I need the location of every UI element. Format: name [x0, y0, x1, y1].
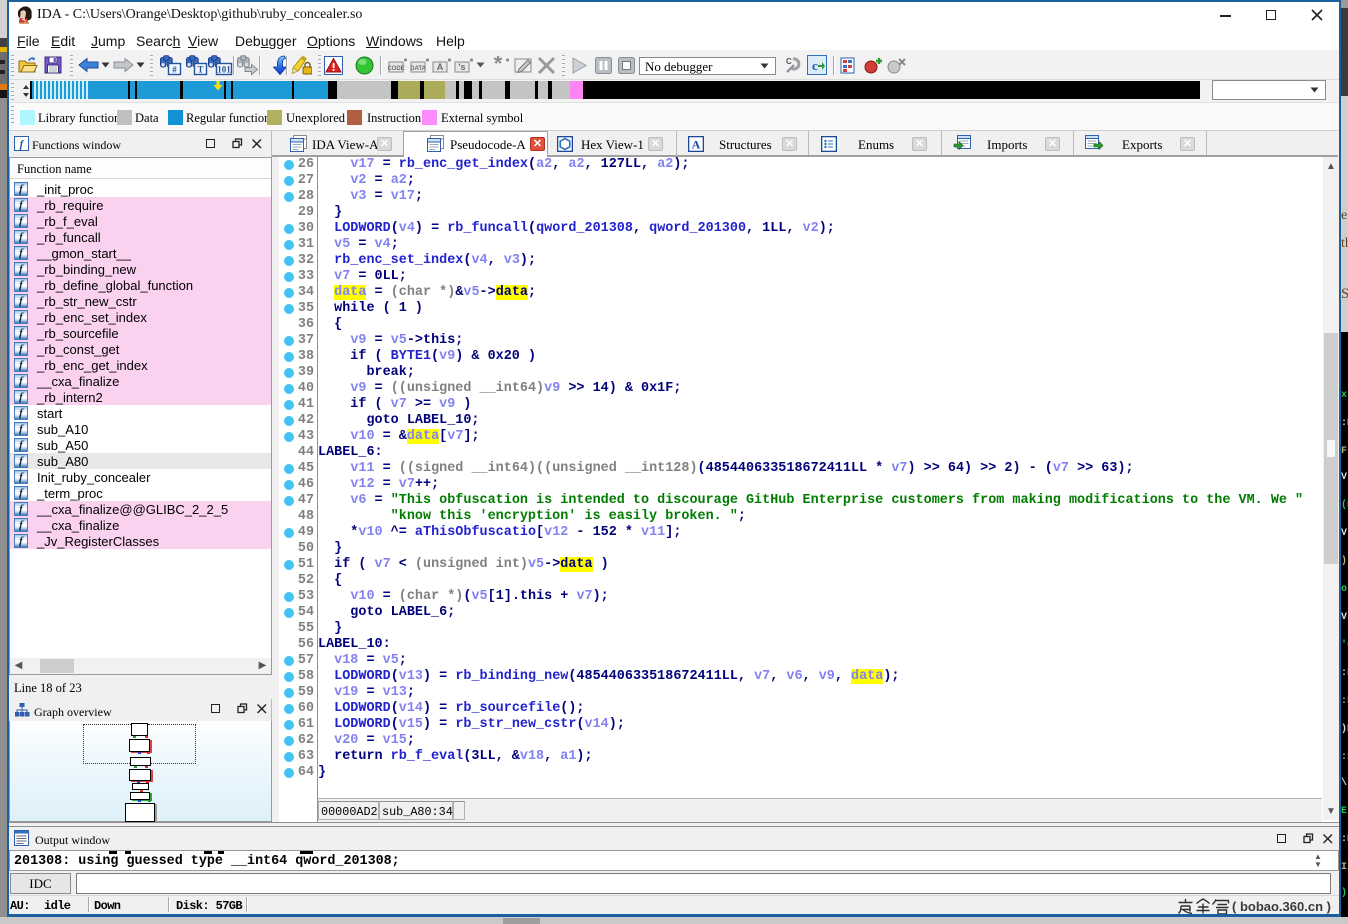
svg-text:CODE: CODE: [388, 66, 405, 72]
svg-text:#: #: [172, 65, 177, 75]
svg-text:101: 101: [217, 65, 231, 75]
svg-text:64: 64: [20, 18, 28, 24]
svg-text:A: A: [437, 62, 444, 72]
svg-text:A: A: [692, 138, 701, 152]
svg-text:DATA: DATA: [410, 66, 426, 72]
svg-text:c: c: [812, 58, 818, 73]
svg-text:'s: 's: [458, 62, 465, 72]
svg-text:T: T: [197, 65, 203, 75]
svg-text:C: C: [786, 57, 792, 66]
svg-text:*: *: [494, 56, 503, 75]
